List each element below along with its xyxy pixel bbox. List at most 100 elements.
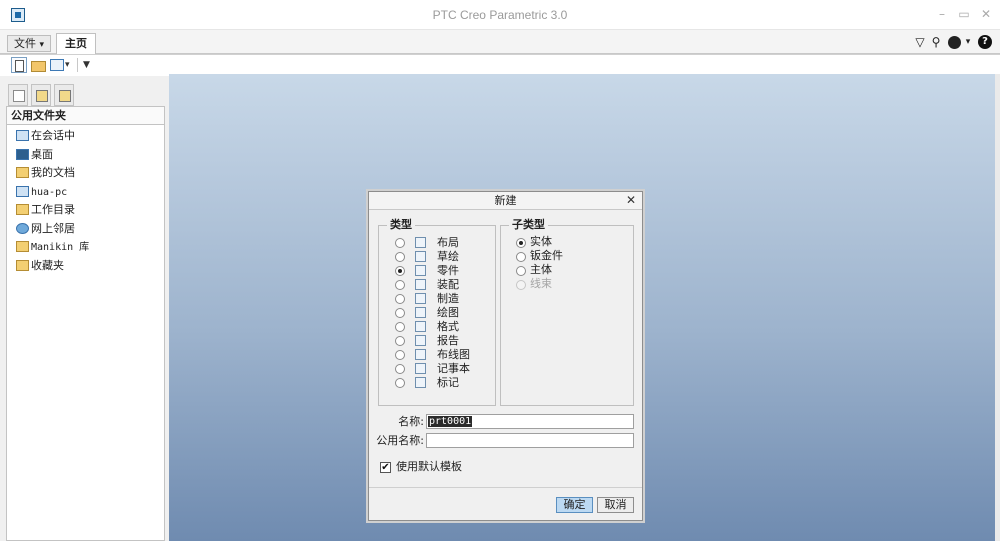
subtype-radio[interactable]: [516, 266, 526, 276]
session-icon: [16, 130, 29, 141]
search-icon[interactable]: ⚲: [929, 35, 943, 49]
type-group: 类型 布局 草绘 零件 装配 制造 绘图 格式 报告 布线图 记事本 标记: [378, 219, 499, 406]
type-option[interactable]: 标记: [379, 376, 499, 390]
chevron-down-icon[interactable]: ▾: [65, 57, 73, 73]
subtype-option-label: 钣金件: [530, 249, 563, 262]
help-icon[interactable]: ?: [978, 35, 992, 49]
subtype-group: 子类型 实体 钣金件 主体 线束: [500, 219, 636, 406]
use-default-template-checkbox[interactable]: ✔: [380, 462, 391, 473]
folder-label: 网上邻居: [31, 221, 75, 235]
tab-home[interactable]: 主页: [56, 33, 96, 54]
folder-item-desktop[interactable]: 桌面: [7, 146, 164, 165]
window-title: PTC Creo Parametric 3.0: [432, 8, 568, 22]
restore-button[interactable]: ▭: [957, 8, 971, 20]
type-radio[interactable]: [395, 364, 405, 374]
type-option[interactable]: 装配: [379, 278, 499, 292]
model-tree-tab-icon[interactable]: [8, 84, 28, 106]
subtype-option[interactable]: 主体: [516, 263, 636, 278]
type-option-label: 报告: [437, 334, 459, 347]
chevron-down-icon[interactable]: ▾: [963, 35, 973, 49]
subtype-option-label: 主体: [530, 263, 552, 276]
minimize-button[interactable]: –: [935, 8, 949, 20]
type-option-label: 布线图: [437, 348, 470, 361]
folder-label: Manikin 库: [31, 242, 90, 253]
type-icon: [415, 237, 426, 248]
type-icon: [415, 293, 426, 304]
type-option[interactable]: 零件: [379, 264, 499, 278]
folder-label: 我的文档: [31, 166, 75, 179]
type-radio[interactable]: [395, 378, 405, 388]
type-option[interactable]: 布线图: [379, 348, 499, 362]
type-option[interactable]: 布局: [379, 236, 499, 250]
window-icon[interactable]: [49, 57, 65, 73]
subtype-radio: [516, 280, 526, 290]
type-icon: [415, 251, 426, 262]
navigator-tabs: [6, 84, 166, 108]
close-button[interactable]: ✕: [979, 8, 993, 20]
network-icon: [16, 222, 29, 234]
folder-label: 桌面: [31, 147, 53, 161]
type-radio[interactable]: [395, 266, 405, 276]
use-default-template-label: 使用默认模板: [396, 460, 462, 473]
folder-item-hua-pc[interactable]: hua-pc: [7, 183, 164, 202]
folder-browser-tab-icon[interactable]: [31, 84, 51, 106]
title-bar: PTC Creo Parametric 3.0 – ▭ ✕: [0, 0, 1000, 30]
type-icon: [415, 265, 426, 276]
type-option[interactable]: 格式: [379, 320, 499, 334]
file-menu-button[interactable]: 文件 ▾: [7, 35, 52, 52]
folder-item-network[interactable]: 网上邻居: [7, 220, 164, 239]
ok-button[interactable]: 确定: [556, 497, 593, 513]
subtype-option: 线束: [516, 277, 636, 292]
style-icon[interactable]: [948, 36, 961, 49]
type-option-label: 零件: [437, 264, 459, 277]
dialog-title-bar: 新建 ✕: [369, 192, 642, 210]
favorites-tab-icon[interactable]: [54, 84, 74, 106]
type-option[interactable]: 绘图: [379, 306, 499, 320]
dialog-close-icon[interactable]: ✕: [626, 192, 636, 209]
subtype-option[interactable]: 钣金件: [516, 249, 636, 264]
type-option[interactable]: 报告: [379, 334, 499, 348]
subtype-radio[interactable]: [516, 252, 526, 262]
subtype-option[interactable]: 实体: [516, 235, 636, 250]
favorites-icon: [16, 259, 29, 271]
type-option[interactable]: 记事本: [379, 362, 499, 376]
type-option-label: 格式: [437, 320, 459, 333]
desktop-icon: [16, 148, 29, 160]
new-file-icon[interactable]: [11, 57, 27, 73]
type-option-label: 记事本: [437, 362, 470, 375]
customize-toolbar-icon[interactable]: ▼: [83, 57, 93, 73]
type-icon: [415, 307, 426, 318]
type-radio[interactable]: [395, 308, 405, 318]
common-name-input[interactable]: [426, 433, 634, 448]
new-file-dialog: 新建 ✕ 类型 布局 草绘 零件 装配 制造 绘图 格式 报告 布线图 记事本 标记 子类型 实体钣…: [368, 191, 643, 521]
type-radio[interactable]: [395, 294, 405, 304]
type-radio[interactable]: [395, 280, 405, 290]
folder-item-favorites[interactable]: 收藏夹: [7, 257, 164, 276]
folder-item-manikin-library[interactable]: Manikin 库: [7, 238, 164, 257]
type-radio[interactable]: [395, 252, 405, 262]
type-icon: [415, 349, 426, 360]
type-radio[interactable]: [395, 238, 405, 248]
ribbon-dropdown-icon[interactable]: ▽: [913, 35, 927, 49]
type-option[interactable]: 草绘: [379, 250, 499, 264]
type-radio[interactable]: [395, 350, 405, 360]
open-folder-icon[interactable]: [30, 57, 46, 73]
folder-label: 工作目录: [31, 203, 75, 216]
folder-item-working-directory[interactable]: 工作目录: [7, 201, 164, 220]
type-option[interactable]: 制造: [379, 292, 499, 306]
folder-browser-panel: 公用文件夹 在会话中 桌面 我的文档 hua-pc 工作目录 网上邻居 Mani…: [6, 106, 165, 541]
quick-access-toolbar: ▾ ▼: [0, 54, 1000, 76]
panel-header: 公用文件夹: [7, 107, 164, 125]
name-input[interactable]: prt0001: [426, 414, 634, 429]
name-label: 名称:: [398, 415, 424, 428]
subtype-group-title: 子类型: [509, 219, 548, 231]
folder-item-in-session[interactable]: 在会话中: [7, 127, 164, 146]
subtype-radio[interactable]: [516, 238, 526, 248]
cancel-button[interactable]: 取消: [597, 497, 634, 513]
type-icon: [415, 321, 426, 332]
folder-item-my-documents[interactable]: 我的文档: [7, 164, 164, 183]
type-radio[interactable]: [395, 322, 405, 332]
type-radio[interactable]: [395, 336, 405, 346]
common-name-label: 公用名称:: [376, 434, 424, 447]
type-option-label: 布局: [437, 236, 459, 249]
